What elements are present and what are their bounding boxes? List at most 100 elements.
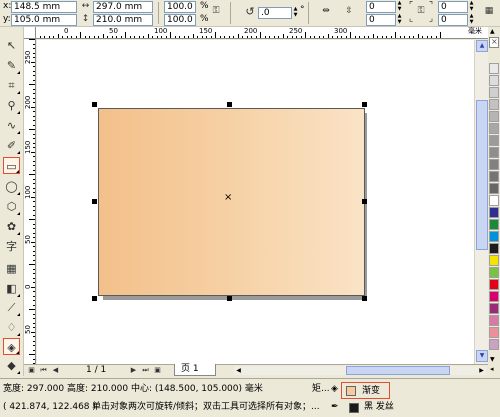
first-page-icon[interactable]: ⏮	[39, 366, 48, 375]
horizontal-scrollbar[interactable]: ◀ ▶	[234, 366, 486, 375]
horizontal-ruler[interactable]: 0 50 100 150 200 250 300 毫米	[36, 27, 488, 39]
palette-swatch[interactable]	[489, 231, 499, 242]
fill-indicator[interactable]: 渐变	[341, 382, 390, 399]
selection-handle[interactable]	[92, 199, 97, 204]
mirror-horizontal-icon[interactable]: ⇹	[321, 6, 331, 17]
page-tab[interactable]: 页 1	[174, 364, 216, 376]
no-color-swatch[interactable]: ×	[489, 37, 499, 48]
palette-swatch[interactable]	[489, 267, 499, 278]
palette-swatch[interactable]	[489, 135, 499, 146]
corner-bottom-right-spinner[interactable]: ▲ ▼	[468, 14, 475, 26]
mirror-vertical-icon[interactable]: ⇳	[344, 6, 354, 17]
palette-swatch[interactable]	[489, 339, 499, 350]
selection-handle[interactable]	[362, 199, 367, 204]
palette-swatch[interactable]	[489, 303, 499, 314]
vertical-scroll-thumb[interactable]	[476, 100, 488, 250]
rotation-spinner[interactable]: ▲ ▼	[292, 7, 299, 19]
palette-swatch[interactable]	[489, 279, 499, 290]
selection-handle[interactable]	[92, 296, 97, 301]
basic-shapes-tool[interactable]: ✿	[3, 218, 20, 235]
palette-swatch[interactable]	[489, 75, 499, 86]
outline-tool[interactable]: ♢	[3, 319, 20, 336]
next-page-icon[interactable]: ▶	[129, 366, 138, 375]
corner-bottom-left-field[interactable]: 0	[366, 14, 396, 26]
corner-top-right-field[interactable]: 0	[438, 1, 468, 13]
palette-expand-icon[interactable]: ◂	[490, 366, 494, 373]
selection-handle[interactable]	[227, 296, 232, 301]
interactive-blend-tool[interactable]: ◧	[3, 280, 20, 297]
palette-swatch[interactable]	[489, 123, 499, 134]
palette-swatch[interactable]	[489, 159, 499, 170]
y-position-field[interactable]: 105.0 mm	[11, 14, 77, 26]
selection-handle[interactable]	[227, 102, 232, 107]
ruler-tick	[33, 282, 35, 283]
palette-swatch-black[interactable]	[489, 243, 499, 254]
basic-shapes-tool-icon: ✿	[6, 220, 17, 233]
palette-scroll-up-icon[interactable]: ▲	[490, 29, 495, 35]
ruler-origin[interactable]	[24, 27, 36, 39]
ruler-tick	[33, 313, 35, 315]
ruler-tick	[33, 268, 35, 270]
add-page-icon[interactable]: ▣	[27, 366, 36, 375]
palette-swatch[interactable]	[489, 111, 499, 122]
palette-swatch-white[interactable]	[489, 195, 499, 206]
scroll-down-button[interactable]: ▼	[476, 350, 488, 362]
fill-tool[interactable]: ◈	[3, 338, 20, 355]
selection-handle[interactable]	[362, 102, 367, 107]
eyedropper-tool[interactable]: ⟋	[3, 299, 20, 316]
x-position-field[interactable]: 148.5 mm	[11, 1, 77, 13]
rectangle-tool[interactable]: ▭	[3, 157, 20, 174]
palette-swatch[interactable]	[489, 87, 499, 98]
rotation-angle-field[interactable]: .0	[258, 7, 292, 19]
interactive-fill-tool[interactable]: ◆	[3, 357, 20, 374]
smart-fill-tool[interactable]: ✐	[3, 137, 20, 154]
corner-bottom-left-spinner[interactable]: ▲ ▼	[396, 14, 403, 26]
horizontal-scroll-thumb[interactable]	[346, 366, 450, 375]
palette-swatch[interactable]	[489, 147, 499, 158]
ellipse-tool[interactable]: ◯	[3, 178, 20, 195]
scroll-left-icon[interactable]: ◀	[234, 366, 243, 375]
lock-ratio-icon[interactable]: ⚿	[211, 6, 221, 17]
polygon-tool[interactable]: ⬡	[3, 198, 20, 215]
palette-swatch[interactable]	[489, 255, 499, 266]
scroll-right-icon[interactable]: ▶	[477, 366, 486, 375]
vertical-scrollbar[interactable]: ▲ ▼	[474, 40, 488, 364]
palette-swatch[interactable]	[489, 171, 499, 182]
corner-top-left-spinner[interactable]: ▲ ▼	[396, 1, 403, 13]
corner-lock-icon[interactable]: ⚿	[417, 6, 425, 17]
scale-height-field[interactable]: 100.0	[164, 14, 196, 26]
width-field[interactable]: 297.0 mm	[93, 1, 153, 13]
shape-tool[interactable]: ✎	[3, 57, 20, 74]
palette-swatch[interactable]	[489, 99, 499, 110]
palette-swatch[interactable]	[489, 219, 499, 230]
corner-top-right-spinner[interactable]: ▲ ▼	[468, 1, 475, 13]
crop-tool[interactable]: ⌗	[3, 77, 20, 94]
last-page-icon[interactable]: ⏭	[141, 366, 150, 375]
height-field[interactable]: 210.0 mm	[93, 14, 153, 26]
scroll-up-button[interactable]: ▲	[476, 40, 488, 52]
vertical-ruler[interactable]: 250 200 150 100 50 0 50	[24, 39, 36, 364]
corner-top-left-field[interactable]: 0	[366, 1, 396, 13]
palette-scroll-down-icon[interactable]: ▼	[490, 357, 495, 363]
center-marker-icon[interactable]: ×	[224, 193, 232, 203]
zoom-tool[interactable]: ⚲	[3, 97, 20, 114]
palette-swatch[interactable]	[489, 207, 499, 218]
text-tool[interactable]: 字	[3, 238, 20, 255]
corner-bottom-right-field[interactable]: 0	[438, 14, 468, 26]
more-options-icon[interactable]: ▦	[482, 6, 496, 17]
selection-handle[interactable]	[92, 102, 97, 107]
palette-swatch[interactable]	[489, 327, 499, 338]
table-tool[interactable]: ▦	[3, 260, 20, 277]
scale-width-field[interactable]: 100.0	[164, 1, 196, 13]
add-page-after-icon[interactable]: ▣	[153, 366, 162, 375]
gradient-rectangle[interactable]: ×	[98, 108, 365, 296]
previous-page-icon[interactable]: ◀	[51, 366, 60, 375]
ruler-label: 150	[199, 27, 213, 35]
freehand-tool[interactable]: ∿	[3, 117, 20, 134]
selection-handle[interactable]	[362, 296, 367, 301]
palette-swatch[interactable]	[489, 291, 499, 302]
pick-tool[interactable]: ↖	[3, 37, 20, 54]
palette-swatch[interactable]	[489, 63, 499, 74]
palette-swatch[interactable]	[489, 315, 499, 326]
palette-swatch[interactable]	[489, 183, 499, 194]
